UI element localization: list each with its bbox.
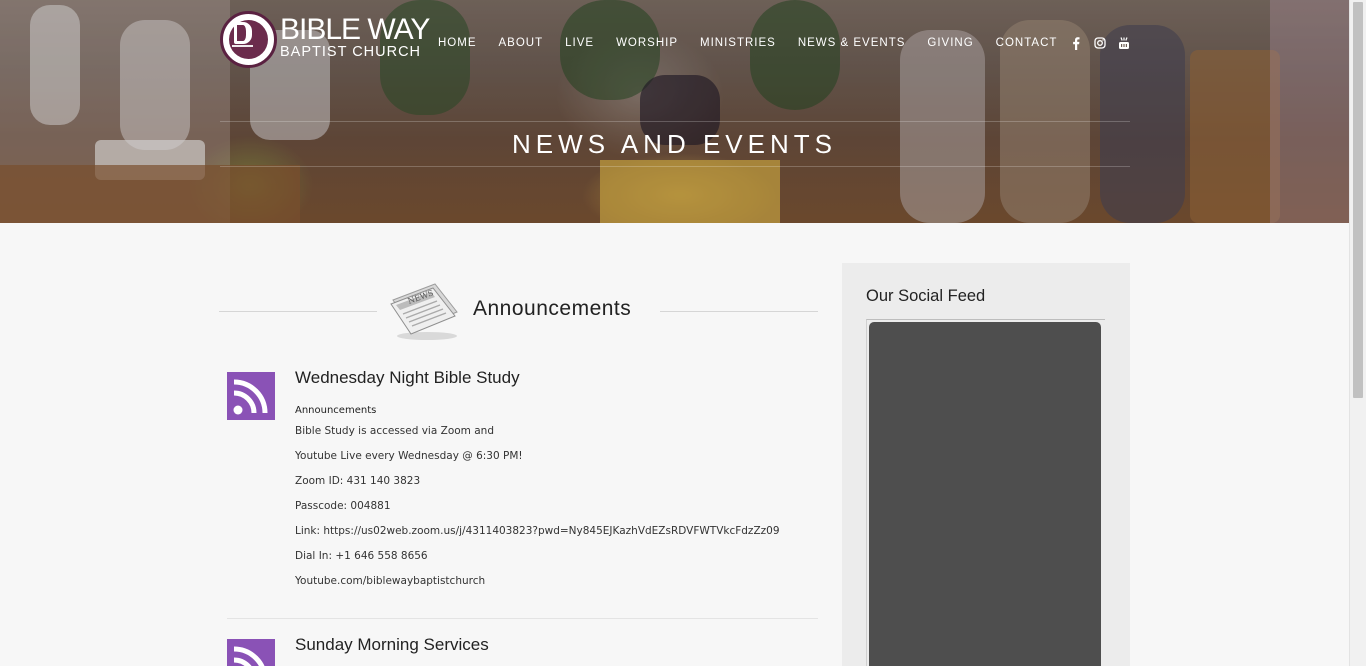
post-line: Zoom ID: 431 140 3823	[295, 475, 421, 487]
post-divider	[227, 618, 818, 619]
announcements-header: NEWS Announcements	[219, 276, 818, 346]
nav-home[interactable]: HOME	[438, 36, 477, 50]
social-feed-frame	[866, 319, 1105, 666]
post-line: Passcode: 004881	[295, 500, 391, 512]
post-title[interactable]: Wednesday Night Bible Study	[295, 367, 520, 389]
post-line: Bible Study is accessed via Zoom and	[295, 425, 494, 437]
nav-giving[interactable]: GIVING	[927, 36, 973, 50]
social-feed-embed[interactable]	[869, 322, 1101, 666]
post-title[interactable]: Sunday Morning Services	[295, 634, 489, 656]
social-links	[1068, 36, 1131, 50]
post-line: Dial In: +1 646 558 8656	[295, 550, 428, 562]
main-nav: HOME ABOUT LIVE WORSHIP MINISTRIES NEWS …	[438, 36, 1057, 50]
nav-worship[interactable]: WORSHIP	[616, 36, 678, 50]
newspaper-icon: NEWS	[387, 278, 463, 342]
nav-live[interactable]: LIVE	[565, 36, 594, 50]
header-rule-right	[660, 311, 818, 312]
facebook-icon[interactable]	[1068, 36, 1083, 50]
rss-icon	[227, 372, 275, 420]
hero-overlay	[0, 0, 1349, 223]
post-category[interactable]: Announcements	[295, 404, 376, 418]
nav-ministries[interactable]: MINISTRIES	[700, 36, 776, 50]
hero-banner: BIBLE WAY BAPTIST CHURCH HOME ABOUT LIVE…	[0, 0, 1349, 223]
page-scrollbar[interactable]	[1349, 0, 1366, 666]
nav-contact[interactable]: CONTACT	[996, 36, 1058, 50]
hero-divider-top	[220, 121, 1130, 122]
nav-about[interactable]: ABOUT	[499, 36, 544, 50]
post-line: Youtube.com/biblewaybaptistchurch	[295, 575, 486, 587]
header-rule-left	[219, 311, 377, 312]
page-title: NEWS AND EVENTS	[512, 129, 837, 159]
nav-news-events[interactable]: NEWS & EVENTS	[798, 36, 906, 50]
sidebar-title: Our Social Feed	[866, 287, 986, 305]
youtube-icon[interactable]	[1116, 36, 1131, 50]
logo-name: BIBLE WAY	[280, 13, 430, 46]
post-line: Youtube Live every Wednesday @ 6:30 PM!	[295, 450, 523, 462]
hero-divider-bottom	[220, 166, 1130, 167]
zoom-link[interactable]: Link: https://us02web.zoom.us/j/43114038…	[295, 524, 780, 549]
logo-seal	[220, 11, 277, 68]
rss-icon	[227, 639, 275, 666]
post-body: Bible Study is accessed via Zoom and You…	[295, 424, 780, 599]
scrollbar-thumb[interactable]	[1353, 2, 1363, 398]
sidebar: Our Social Feed	[842, 263, 1130, 666]
section-title: Announcements	[473, 297, 632, 320]
instagram-icon[interactable]	[1092, 36, 1107, 50]
logo-subname: BAPTIST CHURCH	[280, 44, 422, 60]
church-logo[interactable]: BIBLE WAY BAPTIST CHURCH	[220, 11, 435, 69]
